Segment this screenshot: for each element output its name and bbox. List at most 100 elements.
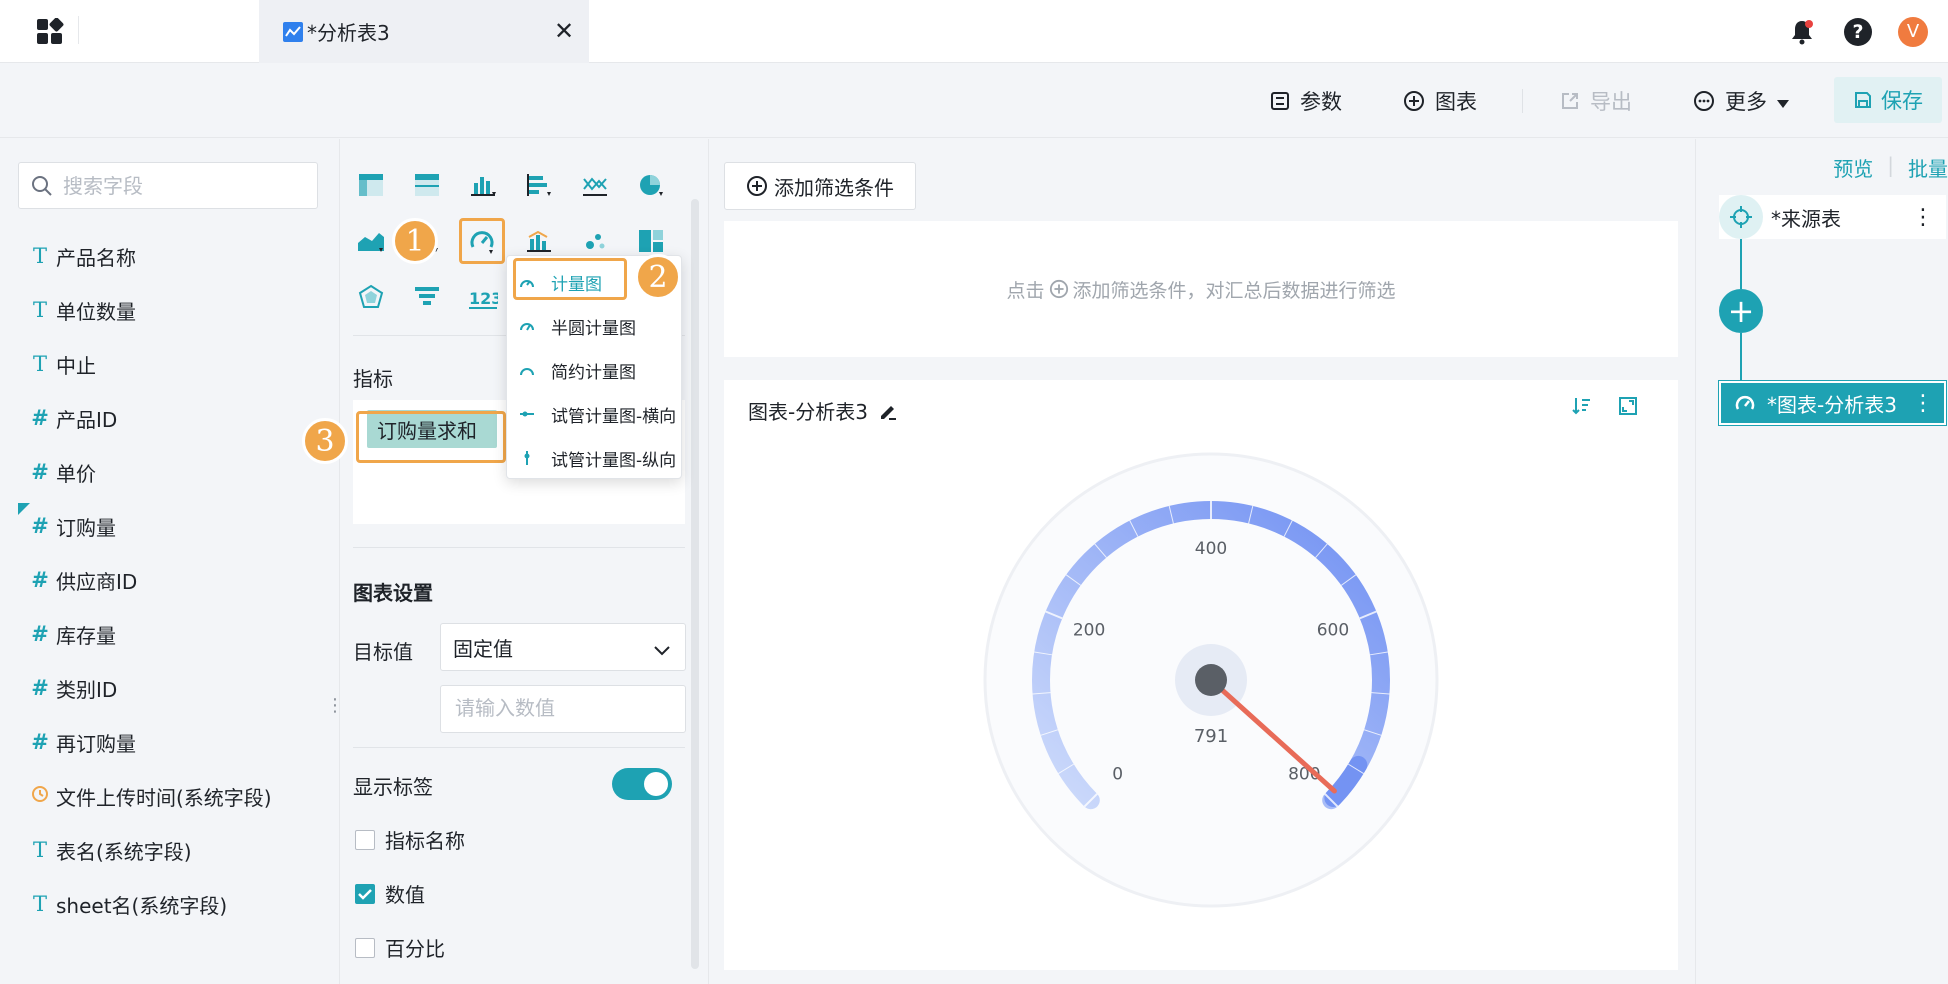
tab-title: *分析表3	[307, 21, 390, 45]
add-chart-button[interactable]: 图表	[1403, 81, 1477, 121]
column-chart-icon[interactable]	[465, 167, 501, 203]
menu-item-label: 试管计量图-横向	[551, 406, 677, 427]
field-item[interactable]: # 产品ID	[0, 391, 340, 445]
checkbox-value[interactable]	[355, 883, 375, 904]
tab-analysis-3[interactable]: *分析表3 ✕	[259, 0, 589, 63]
checkbox-value-row[interactable]: 数值	[355, 879, 425, 908]
checkbox-percent-row[interactable]: 百分比	[355, 933, 445, 962]
field-item[interactable]: # 订购量	[0, 499, 340, 553]
caret-down-icon	[1777, 89, 1789, 113]
plus-circle-icon	[746, 175, 768, 197]
add-filter-label: 添加筛选条件	[774, 175, 894, 200]
menu-item-tube-gauge-vertical[interactable]: 试管计量图-纵向	[507, 436, 683, 480]
pivot-table-icon[interactable]	[409, 167, 445, 203]
apps-grid-icon[interactable]	[28, 10, 72, 54]
combo-chart-icon[interactable]	[521, 223, 557, 259]
source-table-node[interactable]: *来源表 ⋮	[1719, 195, 1946, 239]
treemap-chart-icon[interactable]	[633, 223, 669, 259]
export-icon	[1560, 91, 1580, 111]
field-item[interactable]: # 单价	[0, 445, 340, 499]
flow-connector	[1740, 239, 1742, 289]
text-type-icon: T	[32, 838, 47, 862]
chart-node[interactable]: *图表-分析表3 ⋮	[1718, 380, 1947, 426]
line-cross-chart-icon[interactable]	[577, 167, 613, 203]
target-value-field[interactable]	[440, 685, 686, 733]
funnel-chart-icon[interactable]	[409, 279, 445, 315]
crosshair-icon	[1719, 195, 1763, 239]
field-item[interactable]: # 库存量	[0, 607, 340, 661]
checkbox-percent[interactable]	[355, 937, 375, 958]
batch-link[interactable]: 批量	[1908, 153, 1948, 182]
close-icon[interactable]: ✕	[549, 16, 579, 46]
chart-settings-title: 图表设置	[353, 581, 433, 605]
avatar[interactable]: V	[1898, 16, 1928, 47]
divider	[78, 16, 79, 44]
field-item[interactable]: Tsheet名(系统字段)	[0, 877, 340, 931]
target-value-input[interactable]	[455, 686, 675, 730]
indicator-card-icon[interactable]: 123	[465, 279, 501, 315]
add-filter-button[interactable]: 添加筛选条件	[724, 162, 916, 210]
plus-circle-icon	[1403, 90, 1425, 112]
target-select[interactable]: 固定值	[440, 623, 686, 671]
text-type-icon: T	[32, 892, 47, 916]
field-item[interactable]: T 单位数量	[0, 283, 340, 337]
search-box[interactable]	[18, 162, 318, 209]
field-item[interactable]: # 供应商ID	[0, 553, 340, 607]
scrollbar[interactable]	[691, 199, 699, 969]
text-type-icon: T	[32, 244, 47, 268]
edit-icon[interactable]	[878, 401, 898, 421]
chevron-down-icon	[653, 638, 671, 662]
filter-hint-pre: 点击	[1006, 279, 1045, 302]
divider	[353, 747, 685, 748]
bar-chart-icon[interactable]	[521, 167, 557, 203]
field-item[interactable]: # 再订购量	[0, 715, 340, 769]
field-name: 产品ID	[56, 407, 118, 432]
field-item[interactable]: T 中止	[0, 337, 340, 391]
field-item[interactable]: 文件上传时间(系统字段)	[0, 769, 340, 823]
menu-item-semicircle-gauge[interactable]: 半圆计量图	[507, 304, 683, 348]
table-chart-icon[interactable]	[353, 167, 389, 203]
menu-item-label: 试管计量图-纵向	[551, 450, 677, 471]
export-button[interactable]: 导出	[1560, 81, 1632, 121]
chart-node-label: *图表-分析表3	[1767, 392, 1897, 417]
help-icon[interactable]: ?	[1842, 16, 1874, 48]
area-chart-icon[interactable]	[353, 223, 389, 259]
radar-chart-icon[interactable]	[353, 279, 389, 315]
field-name: 中止	[56, 353, 96, 378]
field-name: 库存量	[56, 623, 116, 648]
gauge-chart-icon[interactable]	[459, 218, 505, 264]
add-node-button[interactable]: +	[1719, 289, 1763, 333]
checkbox-metric-name[interactable]	[355, 829, 375, 850]
more-button[interactable]: 更多	[1693, 81, 1789, 121]
number-type-icon: #	[31, 730, 49, 754]
field-item[interactable]: # 类别ID	[0, 661, 340, 715]
highlight-box	[513, 258, 627, 300]
more-label: 更多	[1725, 90, 1767, 114]
bubble-chart-icon[interactable]	[577, 223, 613, 259]
filter-hint-post: 添加筛选条件，对汇总后数据进行筛选	[1072, 279, 1396, 302]
kebab-menu-icon[interactable]: ⋮	[1912, 205, 1934, 230]
divider	[1522, 89, 1523, 113]
number-type-icon: #	[31, 676, 49, 700]
params-button[interactable]: 参数	[1270, 81, 1342, 121]
pie-chart-icon[interactable]	[633, 167, 669, 203]
menu-item-simple-gauge[interactable]: 简约计量图	[507, 348, 683, 392]
fullscreen-icon[interactable]	[1618, 396, 1638, 416]
preview-link[interactable]: 预览	[1833, 153, 1873, 182]
toolbar: 参数 图表 导出 更多 保存	[0, 63, 1948, 138]
checkbox-metric-name-row[interactable]: 指标名称	[355, 825, 465, 854]
highlight-box	[356, 411, 506, 463]
sort-icon[interactable]	[1572, 396, 1592, 416]
field-item[interactable]: T 表名(系统字段)	[0, 823, 340, 877]
checkbox-value-label: 数值	[385, 883, 425, 907]
show-labels-toggle[interactable]	[612, 768, 672, 800]
bell-icon[interactable]	[1786, 16, 1818, 48]
menu-item-tube-gauge-horizontal[interactable]: 试管计量图-横向	[507, 392, 683, 436]
metric-label: 指标	[353, 367, 393, 391]
field-item[interactable]: T 产品名称	[0, 229, 340, 283]
chart-title: 图表-分析表3	[748, 400, 868, 424]
kebab-menu-icon[interactable]: ⋮	[1912, 391, 1934, 416]
save-button[interactable]: 保存	[1834, 77, 1942, 123]
plus-circle-icon[interactable]	[1049, 279, 1069, 299]
search-input[interactable]	[63, 173, 293, 198]
